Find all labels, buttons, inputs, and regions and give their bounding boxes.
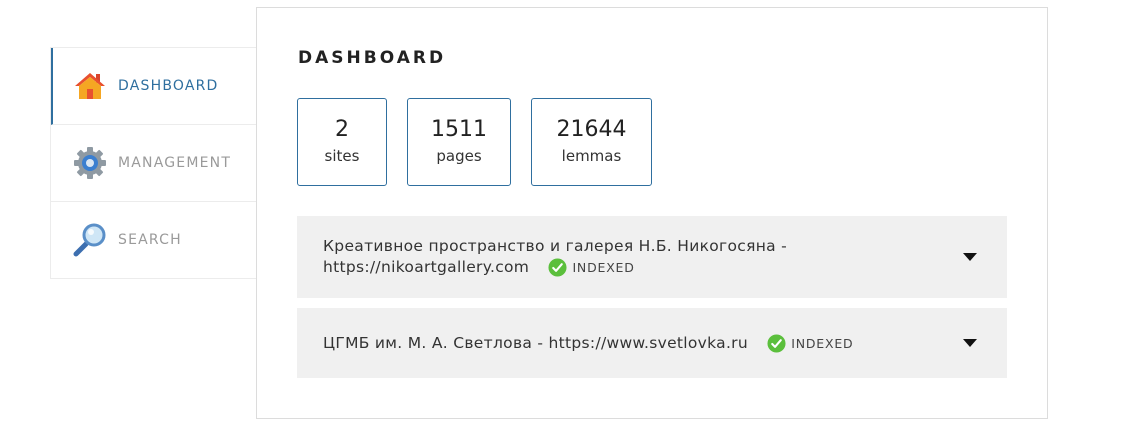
stat-value: 2 — [335, 117, 349, 142]
chevron-down-icon[interactable] — [963, 336, 977, 350]
site-name: ЦГМБ им. М. А. Светлова - — [323, 333, 544, 352]
home-icon — [72, 68, 108, 104]
status-badge: INDEXED — [767, 333, 853, 354]
site-url: https://www.svetlovka.ru — [548, 333, 748, 352]
page-title: DASHBOARD — [298, 48, 447, 68]
sidebar-item-dashboard[interactable]: DASHBOARD — [51, 48, 256, 125]
sidebar-item-label: MANAGEMENT — [118, 155, 232, 171]
dashboard-panel: DASHBOARD 2 sites 1511 pages 21644 lemma… — [256, 7, 1048, 419]
stat-value: 1511 — [431, 117, 487, 142]
site-name: Креативное пространство и галерея Н.Б. Н… — [323, 237, 788, 255]
stats-row: 2 sites 1511 pages 21644 lemmas — [297, 98, 652, 186]
sidebar-item-search[interactable]: SEARCH — [51, 202, 256, 278]
site-url: https://nikoartgallery.com — [323, 258, 530, 276]
stat-card-sites: 2 sites — [297, 98, 387, 186]
magnifier-icon — [72, 222, 108, 258]
gear-icon — [72, 145, 108, 181]
status-text: INDEXED — [791, 335, 854, 351]
stat-card-pages: 1511 pages — [407, 98, 511, 186]
chevron-down-icon[interactable] — [963, 250, 977, 264]
site-info: Креативное пространство и галерея Н.Б. Н… — [323, 236, 963, 278]
stat-label: pages — [436, 147, 482, 165]
check-circle-icon — [548, 258, 567, 277]
stat-value: 21644 — [556, 117, 627, 142]
status-badge: INDEXED — [548, 257, 634, 278]
stat-label: lemmas — [561, 147, 622, 165]
site-row[interactable]: Креативное пространство и галерея Н.Б. Н… — [297, 216, 1007, 298]
sidebar-item-label: SEARCH — [118, 232, 182, 248]
site-info: ЦГМБ им. М. А. Светлова - https://www.sv… — [323, 333, 963, 354]
sidebar-item-management[interactable]: MANAGEMENT — [51, 125, 256, 202]
sidebar-nav: DASHBOARD MANAGEMENT SEARCH — [50, 47, 256, 279]
status-text: INDEXED — [572, 260, 635, 275]
stat-card-lemmas: 21644 lemmas — [531, 98, 652, 186]
stat-label: sites — [324, 147, 360, 165]
site-row[interactable]: ЦГМБ им. М. А. Светлова - https://www.sv… — [297, 308, 1007, 378]
check-circle-icon — [767, 333, 786, 353]
sidebar-item-label: DASHBOARD — [118, 78, 219, 94]
